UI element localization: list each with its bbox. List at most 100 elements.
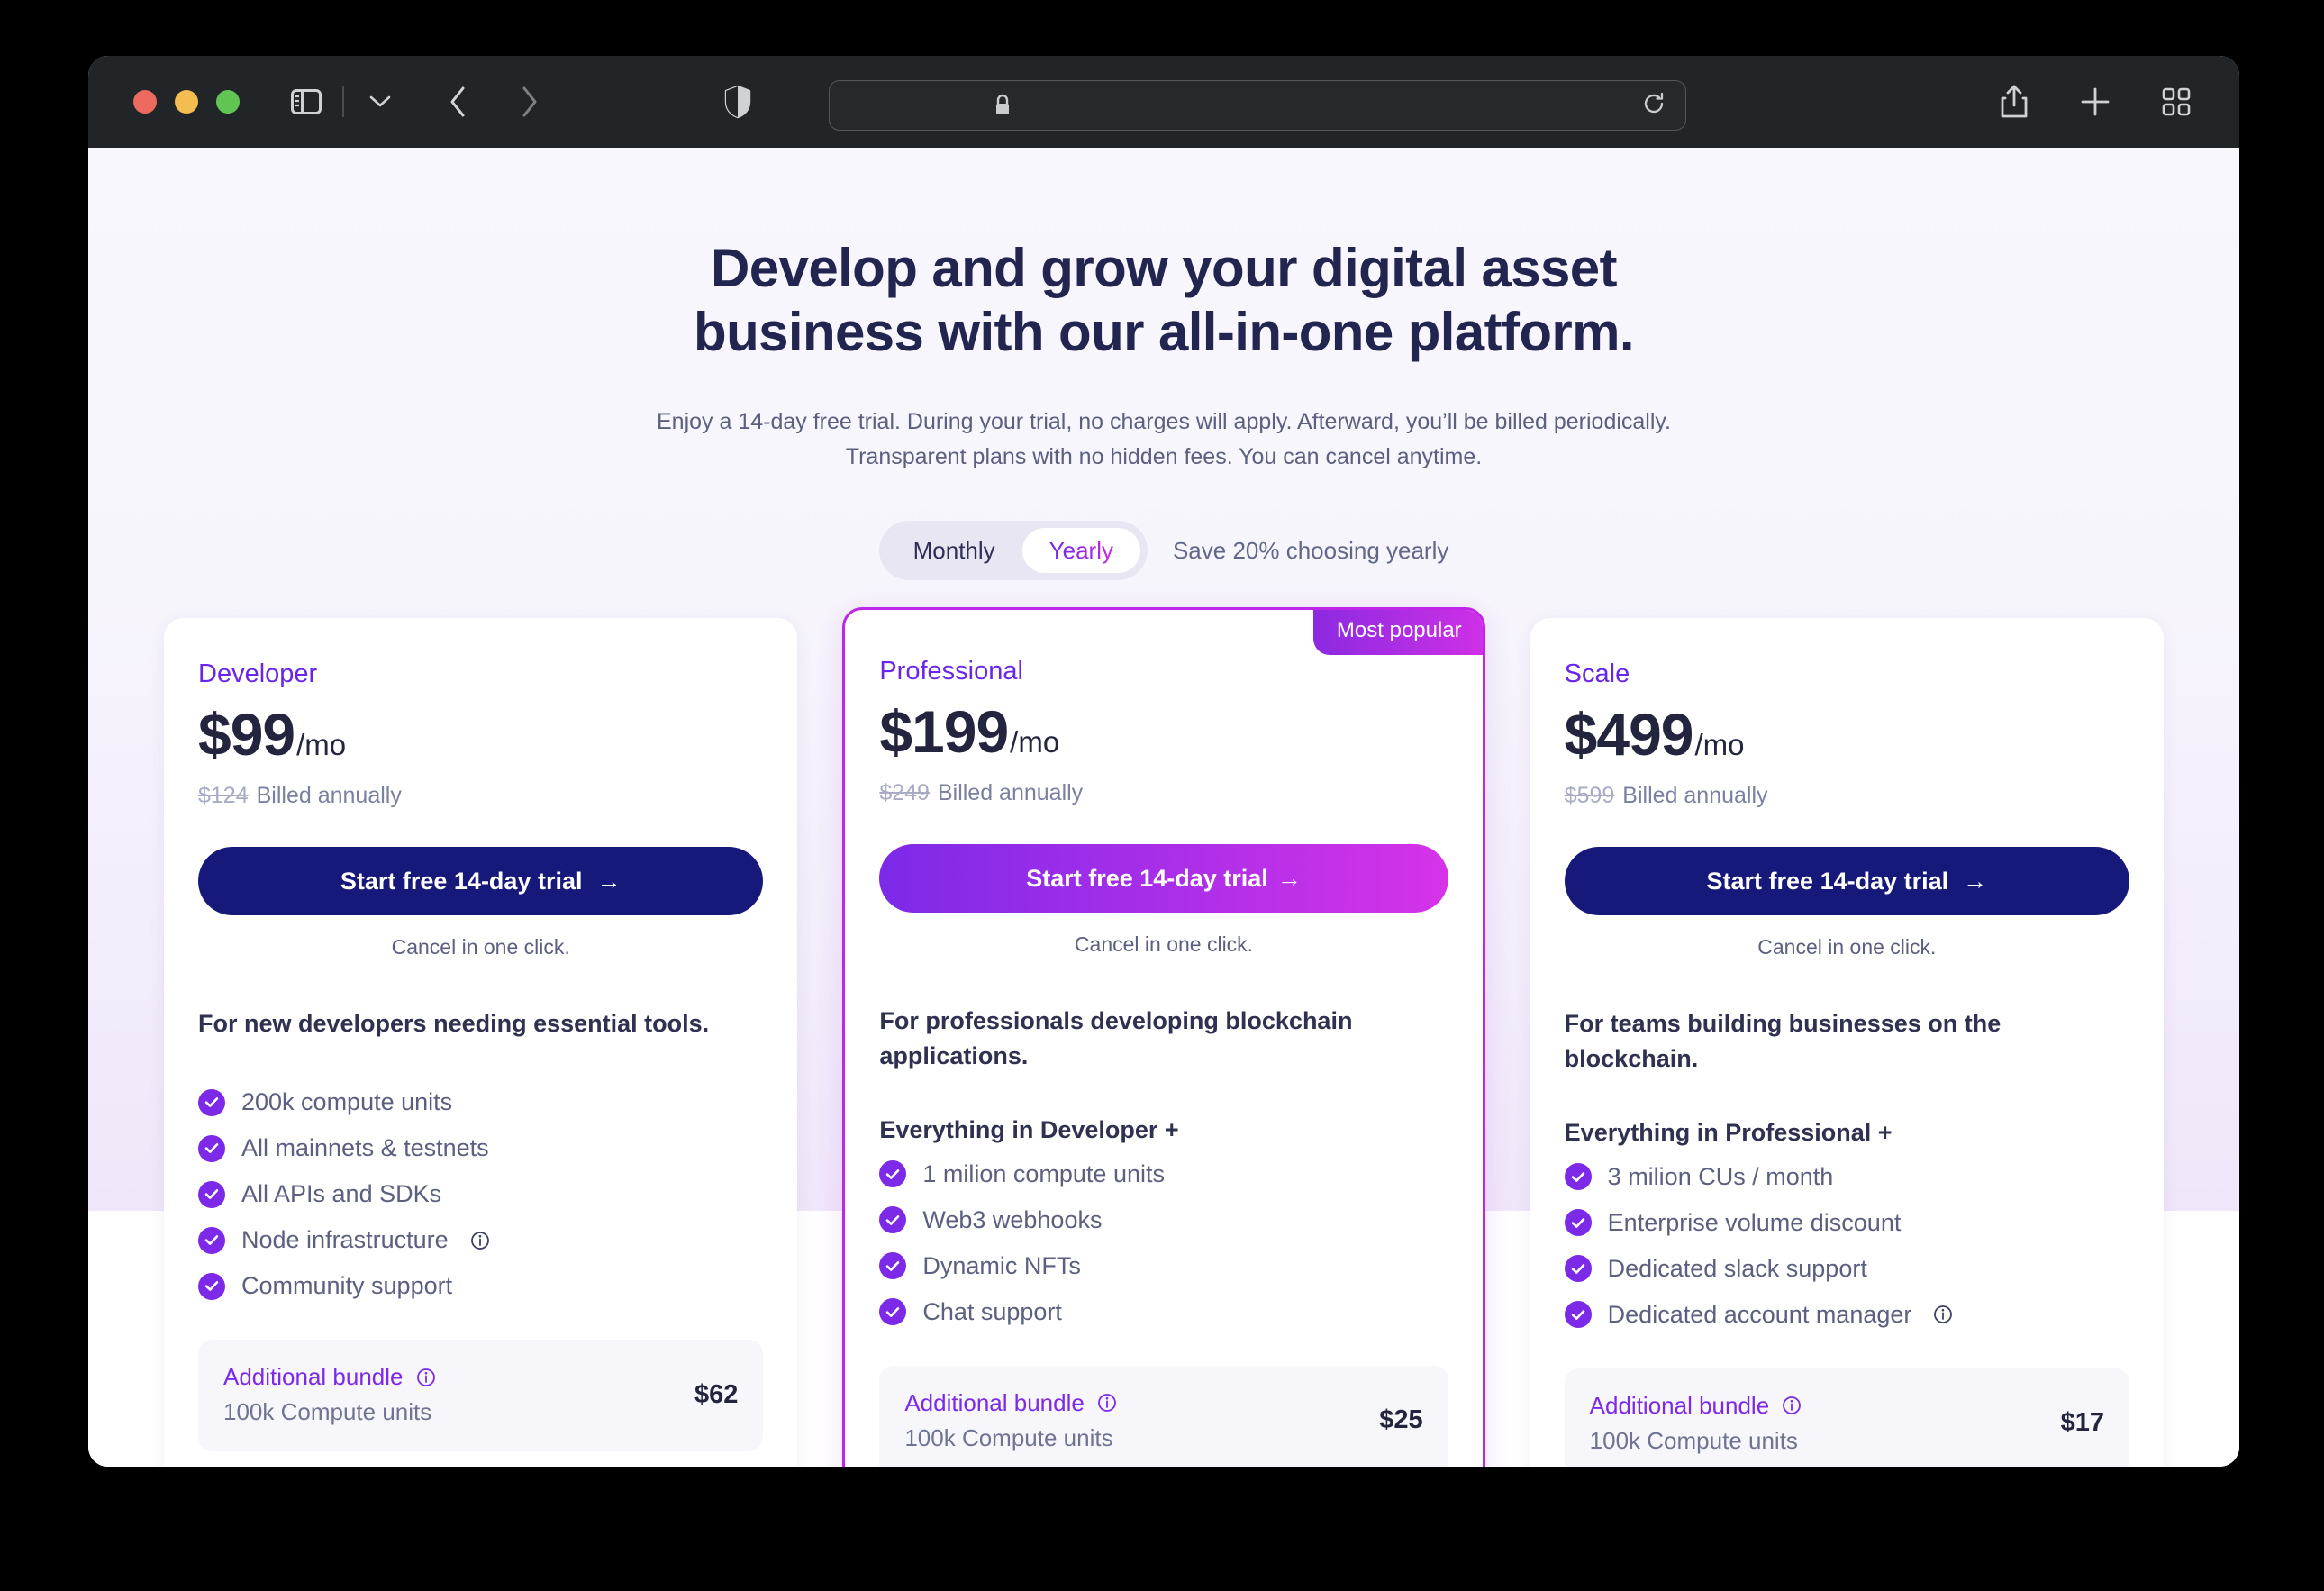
plan-price: $199 <box>879 698 1009 766</box>
additional-bundle-info: Additional bundle 100k Compute units <box>223 1363 436 1426</box>
plan-name: Scale <box>1564 659 1630 689</box>
plan-name: Developer <box>198 659 318 689</box>
tab-overview-icon[interactable] <box>2153 78 2200 125</box>
plan-feature-item: All mainnets & testnets <box>198 1134 763 1162</box>
arrow-right-icon: → <box>1963 867 1988 895</box>
plan-feature-item: 200k compute units <box>198 1088 763 1116</box>
toggle-option-yearly[interactable]: Yearly <box>1021 528 1140 574</box>
check-icon <box>1564 1255 1592 1283</box>
toggle-option-monthly-label: Monthly <box>912 536 995 564</box>
check-icon <box>198 1272 225 1300</box>
plan-price-period: /mo <box>1694 728 1745 762</box>
additional-bundle-subtitle: 100k Compute units <box>1589 1426 1798 1454</box>
arrow-right-icon: → <box>1276 864 1302 892</box>
pricing-cards: Developer $99/mo $124 Billed annually Start … <box>164 607 2165 1467</box>
check-icon <box>198 1226 225 1254</box>
minimize-window-button[interactable] <box>175 90 198 114</box>
plan-billing-note: $249 Billed annually <box>879 780 1448 806</box>
plan-description: For professionals developing blockchain … <box>879 1007 1353 1070</box>
arrow-right-icon: → <box>596 867 622 895</box>
start-trial-button[interactable]: Start free 14-day trial → <box>198 847 764 916</box>
plan-billed-annually-label: Billed annually <box>937 780 1084 806</box>
additional-bundle-title: Additional bundle <box>1590 1392 1802 1420</box>
additional-bundle-title-label: Additional bundle <box>904 1388 1085 1416</box>
plan-feature-label: Chat support <box>922 1297 1062 1325</box>
cancel-note: Cancel in one click. <box>1074 932 1254 957</box>
check-icon <box>198 1088 225 1116</box>
billing-period-row: Monthly Yearly Save 20% choosing yearly <box>88 521 2239 581</box>
lock-icon <box>994 94 1012 117</box>
additional-bundle-info: Additional bundle 100k Compute units <box>904 1389 1117 1452</box>
info-icon[interactable] <box>470 1231 490 1250</box>
plan-price: $99 <box>198 701 295 768</box>
plus-icon[interactable] <box>2072 78 2119 125</box>
start-trial-button[interactable]: Start free 14-day trial → <box>1564 847 2130 916</box>
billing-period-toggle[interactable]: Monthly Yearly <box>878 521 1148 581</box>
plan-inherits-header: Everything in Developer + <box>879 1115 1179 1143</box>
toggle-option-monthly[interactable]: Monthly <box>886 528 1022 573</box>
traffic-lights <box>133 90 240 114</box>
cancel-note: Cancel in one click. <box>391 935 570 959</box>
additional-bundle: Additional bundle 100k Compute units $62 <box>198 1340 764 1452</box>
plan-feature-label: All mainnets & testnets <box>241 1134 489 1162</box>
plan-feature-label: Dynamic NFTs <box>922 1251 1081 1279</box>
plan-feature-list: 200k compute units All mainnets & testnet… <box>198 1088 763 1300</box>
headline-line-2: business with our all-in-one platform. <box>694 302 1635 363</box>
plan-price: $499 <box>1564 701 1694 768</box>
additional-bundle-title: Additional bundle <box>904 1389 1117 1417</box>
page-content: Develop and grow your digital asset busi… <box>88 148 2239 1467</box>
plan-feature-item: Chat support <box>879 1298 1448 1326</box>
plan-billed-annually-label: Billed annually <box>1622 783 1768 809</box>
plan-feature-item: 3 milion CUs / month <box>1564 1163 2129 1191</box>
check-icon <box>1564 1163 1592 1191</box>
plan-feature-label: Web3 webhooks <box>922 1205 1103 1233</box>
info-icon[interactable] <box>1097 1393 1117 1413</box>
savings-note: Save 20% choosing yearly <box>1172 536 1449 564</box>
additional-bundle-price: $25 <box>1379 1405 1423 1435</box>
check-icon <box>879 1160 907 1188</box>
plan-feature-label: Enterprise volume discount <box>1607 1208 1902 1236</box>
plan-feature-label: Community support <box>241 1272 453 1300</box>
share-icon[interactable] <box>1991 78 2038 125</box>
plan-feature-label: 1 milion compute units <box>922 1159 1165 1187</box>
info-icon[interactable] <box>416 1368 436 1387</box>
back-button[interactable] <box>434 78 481 125</box>
additional-bundle-price: $17 <box>2060 1408 2105 1438</box>
most-popular-badge: Most popular <box>1312 610 1483 656</box>
headline-line-1: Develop and grow your digital asset <box>711 238 1617 298</box>
chevron-down-icon[interactable] <box>357 78 404 125</box>
check-icon <box>198 1134 225 1162</box>
plan-description: For teams building businesses on the blo… <box>1564 1010 2002 1073</box>
check-icon <box>1564 1301 1592 1329</box>
cancel-note: Cancel in one click. <box>1757 935 1937 959</box>
plan-feature-list: 1 milion compute units Web3 webhooks Dynam… <box>879 1160 1448 1326</box>
info-icon[interactable] <box>1933 1305 1953 1324</box>
plan-billing-note: $124 Billed annually <box>198 783 763 809</box>
plan-feature-item: All APIs and SDKs <box>198 1180 763 1208</box>
start-trial-label: Start free 14-day trial <box>1026 864 1268 892</box>
additional-bundle-subtitle: 100k Compute units <box>223 1398 432 1426</box>
check-icon <box>879 1206 907 1234</box>
additional-bundle-title-label: Additional bundle <box>223 1363 404 1391</box>
close-window-button[interactable] <box>133 90 157 114</box>
start-trial-label: Start free 14-day trial <box>1706 867 1949 895</box>
start-trial-button[interactable]: Start free 14-day trial → <box>879 844 1448 914</box>
reload-icon[interactable] <box>1642 92 1666 120</box>
plan-price-row: $199/mo <box>879 697 1448 766</box>
check-icon <box>1564 1209 1592 1237</box>
plan-feature-item: Dedicated slack support <box>1564 1255 2129 1283</box>
plan-feature-item: Dynamic NFTs <box>879 1252 1448 1280</box>
forward-button[interactable] <box>506 78 553 125</box>
address-bar[interactable] <box>829 80 1686 131</box>
plan-feature-label: All APIs and SDKs <box>241 1180 442 1208</box>
plan-feature-label: Dedicated account manager <box>1607 1300 1912 1328</box>
subhead-line-1: Enjoy a 14-day free trial. During your t… <box>656 408 1489 434</box>
info-icon[interactable] <box>1782 1396 1802 1415</box>
check-icon <box>198 1180 225 1208</box>
plan-old-price: $249 <box>879 780 930 806</box>
toolbar-right-group <box>1991 56 2200 148</box>
plan-price-row: $99/mo <box>198 700 763 768</box>
sidebar-icon[interactable] <box>283 78 330 125</box>
privacy-shield-icon[interactable] <box>724 85 751 119</box>
maximize-window-button[interactable] <box>216 90 240 114</box>
